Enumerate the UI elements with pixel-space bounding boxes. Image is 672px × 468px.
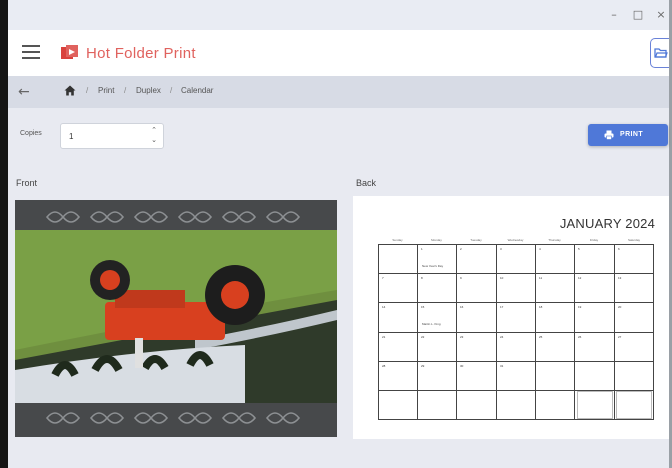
calendar-day: 2 <box>460 247 462 251</box>
calendar-day: 24 <box>500 335 504 339</box>
calendar-grid: 1 2 3 4 5 6 New Year's Day 7 8 9 10 11 1… <box>378 244 654 420</box>
back-preview: JANUARY 2024 Sunday Monday Tuesday Wedne… <box>353 196 669 439</box>
app-title: Hot Folder Print <box>86 45 196 62</box>
calendar-day: 25 <box>539 335 543 339</box>
calendar-day: 10 <box>500 276 504 280</box>
home-icon[interactable] <box>64 85 76 96</box>
copies-stepper[interactable]: 1 ⌃ ⌄ <box>60 123 164 149</box>
calendar-day: 11 <box>539 276 543 280</box>
mini-calendar-previous <box>577 391 613 419</box>
weekday-label: Thursday <box>548 238 561 242</box>
calendar-day: 31 <box>500 364 504 368</box>
calendar-day: 26 <box>578 335 582 339</box>
weekday-label: Friday <box>589 238 599 242</box>
front-preview <box>15 200 337 437</box>
title-bar: – □ × <box>8 0 669 30</box>
calendar-day: 12 <box>578 276 582 280</box>
front-label: Front <box>16 178 38 188</box>
calendar-day: 14 <box>382 305 386 309</box>
printer-icon <box>604 130 614 140</box>
tractor-photo <box>15 230 337 403</box>
breadcrumb-item-print[interactable]: Print <box>98 86 114 95</box>
chevron-down-icon[interactable]: ⌄ <box>151 136 157 144</box>
breadcrumb-item-calendar[interactable]: Calendar <box>181 86 213 95</box>
calendar-day: 16 <box>460 305 464 309</box>
printer-logo-icon <box>61 45 78 59</box>
calendar-day: 27 <box>618 335 622 339</box>
weekday-label: Sunday <box>392 238 403 242</box>
calendar-day: 1 <box>421 247 423 251</box>
breadcrumb-separator: / <box>86 86 89 95</box>
calendar-day: 23 <box>460 335 464 339</box>
weekday-label: Saturday <box>627 238 640 242</box>
weekday-label: Monday <box>431 238 442 242</box>
calendar-day: 28 <box>382 364 386 368</box>
copies-label: Copies <box>20 130 42 137</box>
knot-border-bottom <box>45 412 301 424</box>
breadcrumb-separator: / <box>170 86 173 95</box>
print-button[interactable]: PRINT <box>588 124 668 146</box>
app-header: Hot Folder Print <box>8 30 669 76</box>
calendar-day: 3 <box>500 247 502 251</box>
calendar-day: 6 <box>618 247 620 251</box>
calendar-day: 17 <box>500 305 504 309</box>
chevron-up-icon[interactable]: ⌃ <box>151 126 157 134</box>
calendar-day: 21 <box>382 335 386 339</box>
window-frame-left <box>0 0 8 468</box>
calendar-day: 20 <box>618 305 622 309</box>
weekday-label: Wednesday <box>507 238 524 242</box>
app-window: – □ × Hot Folder Print ← / Print / Duple… <box>8 0 669 468</box>
arrow-left-icon[interactable]: ← <box>18 84 30 100</box>
calendar-day: 15 <box>421 305 425 309</box>
calendar-day: 19 <box>578 305 582 309</box>
copies-value[interactable]: 1 <box>69 132 73 141</box>
open-folder-button[interactable] <box>650 38 669 68</box>
back-label: Back <box>356 178 377 188</box>
breadcrumb: ← / Print / Duplex / Calendar <box>8 76 669 108</box>
hamburger-icon[interactable] <box>22 45 40 59</box>
calendar-day: 30 <box>460 364 464 368</box>
calendar-event: Martin L. King <box>422 322 441 326</box>
calendar-day: 7 <box>382 276 384 280</box>
minimize-button[interactable]: – <box>604 6 624 24</box>
calendar-day: 29 <box>421 364 425 368</box>
calendar-event: New Year's Day <box>422 264 444 268</box>
mini-calendar-next <box>616 391 652 419</box>
close-button[interactable]: × <box>651 6 671 24</box>
calendar-day: 18 <box>539 305 543 309</box>
folder-open-icon <box>654 48 668 58</box>
calendar-day: 9 <box>460 276 462 280</box>
calendar-title: JANUARY 2024 <box>559 216 655 231</box>
maximize-button[interactable]: □ <box>628 6 648 24</box>
calendar-day: 5 <box>578 247 580 251</box>
print-button-label: PRINT <box>620 131 643 138</box>
calendar-day: 8 <box>421 276 423 280</box>
breadcrumb-separator: / <box>124 86 127 95</box>
calendar-day: 22 <box>421 335 425 339</box>
knot-border-top <box>45 211 301 223</box>
calendar-day: 13 <box>618 276 622 280</box>
calendar-day: 4 <box>539 247 541 251</box>
weekday-label: Tuesday <box>470 238 482 242</box>
breadcrumb-item-duplex[interactable]: Duplex <box>136 86 161 95</box>
